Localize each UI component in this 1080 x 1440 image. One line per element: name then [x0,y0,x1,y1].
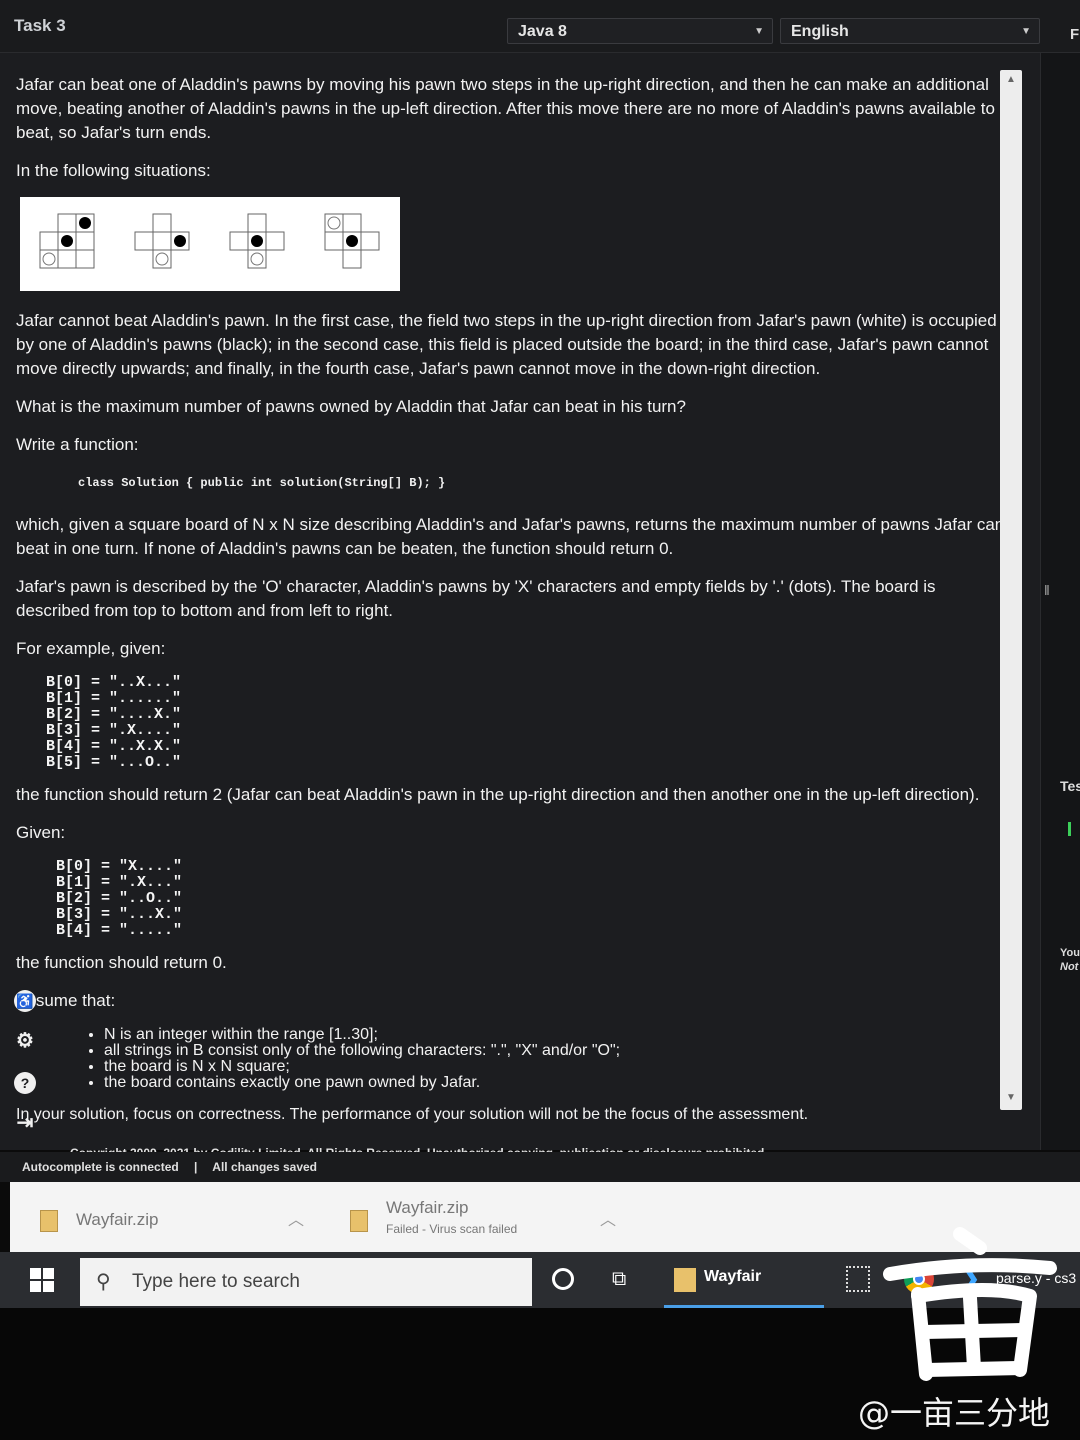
taskbar-app-label: Wayfair [704,1268,762,1285]
chevron-up-icon[interactable]: ︿ [288,1206,304,1230]
scroll-down-icon[interactable]: ▼ [1000,1088,1022,1108]
cortana-icon[interactable] [552,1268,574,1290]
download-name: Wayfair.zip [76,1210,159,1229]
resize-handle-icon[interactable]: ‖ [1044,582,1050,598]
you-label: You [1060,947,1080,959]
taskbar-search-input[interactable]: ⚲ Type here to search [80,1258,532,1306]
scroll-up-icon[interactable]: ▲ [1000,70,1022,90]
ui-language-select-value: English [791,23,849,40]
taskbar-app-wayfair[interactable]: Wayfair [664,1252,824,1308]
problem-content: Jafar can beat one of Aladdin's pawns by… [16,73,1006,1165]
problem-panel: Jafar can beat one of Aladdin's pawns by… [0,53,1040,1160]
list-item: the board contains exactly one pawn owne… [104,1075,1006,1091]
situation-2-diagram [134,213,189,269]
problem-scrollbar[interactable] [1000,70,1022,1110]
status-separator: | [194,1160,198,1174]
situation-4-diagram [324,213,379,269]
example-2-board: B[0] = "X...." B[1] = ".X..." B[2] = "..… [56,858,183,939]
language-select-value: Java 8 [518,23,567,40]
zip-file-icon [350,1210,368,1232]
function-description: which, given a square board of N x N siz… [16,515,1005,558]
intro-paragraph: Jafar can beat one of Aladdin's pawns by… [16,75,995,142]
task-view-icon[interactable]: ⧉ [612,1268,626,1291]
chevron-up-icon[interactable]: ︿ [600,1206,616,1230]
not-label: Not [1060,961,1079,973]
accessibility-icon[interactable]: ♿ [14,990,36,1012]
given-label: Given: [16,823,66,842]
search-placeholder: Type here to search [132,1271,300,1292]
list-item: all strings in B consist only of the fol… [104,1043,1006,1059]
question-text: What is the maximum number of pawns owne… [16,397,686,416]
task-title: Task 3 [14,16,66,35]
situation-3-diagram [229,213,284,269]
sign-out-icon[interactable]: ⇥ [14,1112,36,1134]
search-icon: ⚲ [96,1271,111,1293]
top-bar: Task 3 Java 8 ▼ English ▼ F [0,0,1080,53]
list-item: the board is N x N square; [104,1059,1006,1075]
download-status: Failed - Virus scan failed [386,1222,518,1236]
tests-tab-label[interactable]: Tes [1060,778,1080,794]
function-signature: class Solution { public int solution(Str… [78,476,446,490]
chevron-down-icon: ▼ [754,26,764,37]
example-1-board: B[0] = "..X..." B[1] = "......" B[2] = "… [46,674,182,771]
example-1-result: the function should return 2 (Jafar can … [16,785,980,804]
watermark-logo [883,1227,1057,1381]
watermark-text: @一亩三分地 [858,1394,1051,1432]
zip-file-icon [40,1210,58,1232]
test-status-indicator [1068,822,1071,836]
save-status: All changes saved [212,1160,318,1174]
autocomplete-status: Autocomplete is connected [22,1160,179,1174]
list-item: N is an integer within the range [1..30]… [104,1027,1006,1043]
language-select[interactable]: Java 8 ▼ [507,18,773,44]
app-grid-icon[interactable] [846,1266,870,1292]
help-icon[interactable]: ? [14,1072,36,1094]
situations-figure [20,197,400,291]
cannot-beat-paragraph: Jafar cannot beat Aladdin's pawn. In the… [16,311,997,378]
chevron-down-icon: ▼ [1021,26,1031,37]
for-example-label: For example, given: [16,639,166,658]
right-panel-notes: You Not [1060,946,1080,974]
right-panel [1040,53,1080,1150]
characters-description: Jafar's pawn is described by the 'O' cha… [16,577,936,620]
situation-1-diagram [39,213,94,269]
assume-label: Assume that: [16,991,116,1010]
focus-note: In your solution, focus on correctness. … [16,1106,809,1123]
right-panel-header-letter: F [1070,26,1080,43]
status-bar: Autocomplete is connected | All changes … [0,1152,1080,1182]
gear-icon[interactable]: ⚙ [14,1030,36,1052]
folder-icon [674,1268,696,1292]
download-item-1[interactable]: Wayfair.zip ︿ [40,1192,320,1242]
situations-label: In the following situations: [16,161,211,180]
ui-language-select[interactable]: English ▼ [780,18,1040,44]
download-item-2[interactable]: Wayfair.zip Failed - Virus scan failed ︿ [350,1192,630,1242]
windows-start-icon[interactable] [30,1268,56,1294]
download-name: Wayfair.zip [386,1198,469,1217]
write-function-label: Write a function: [16,435,139,454]
assumptions-list: N is an integer within the range [1..30]… [16,1027,1006,1091]
example-2-result: the function should return 0. [16,953,227,972]
